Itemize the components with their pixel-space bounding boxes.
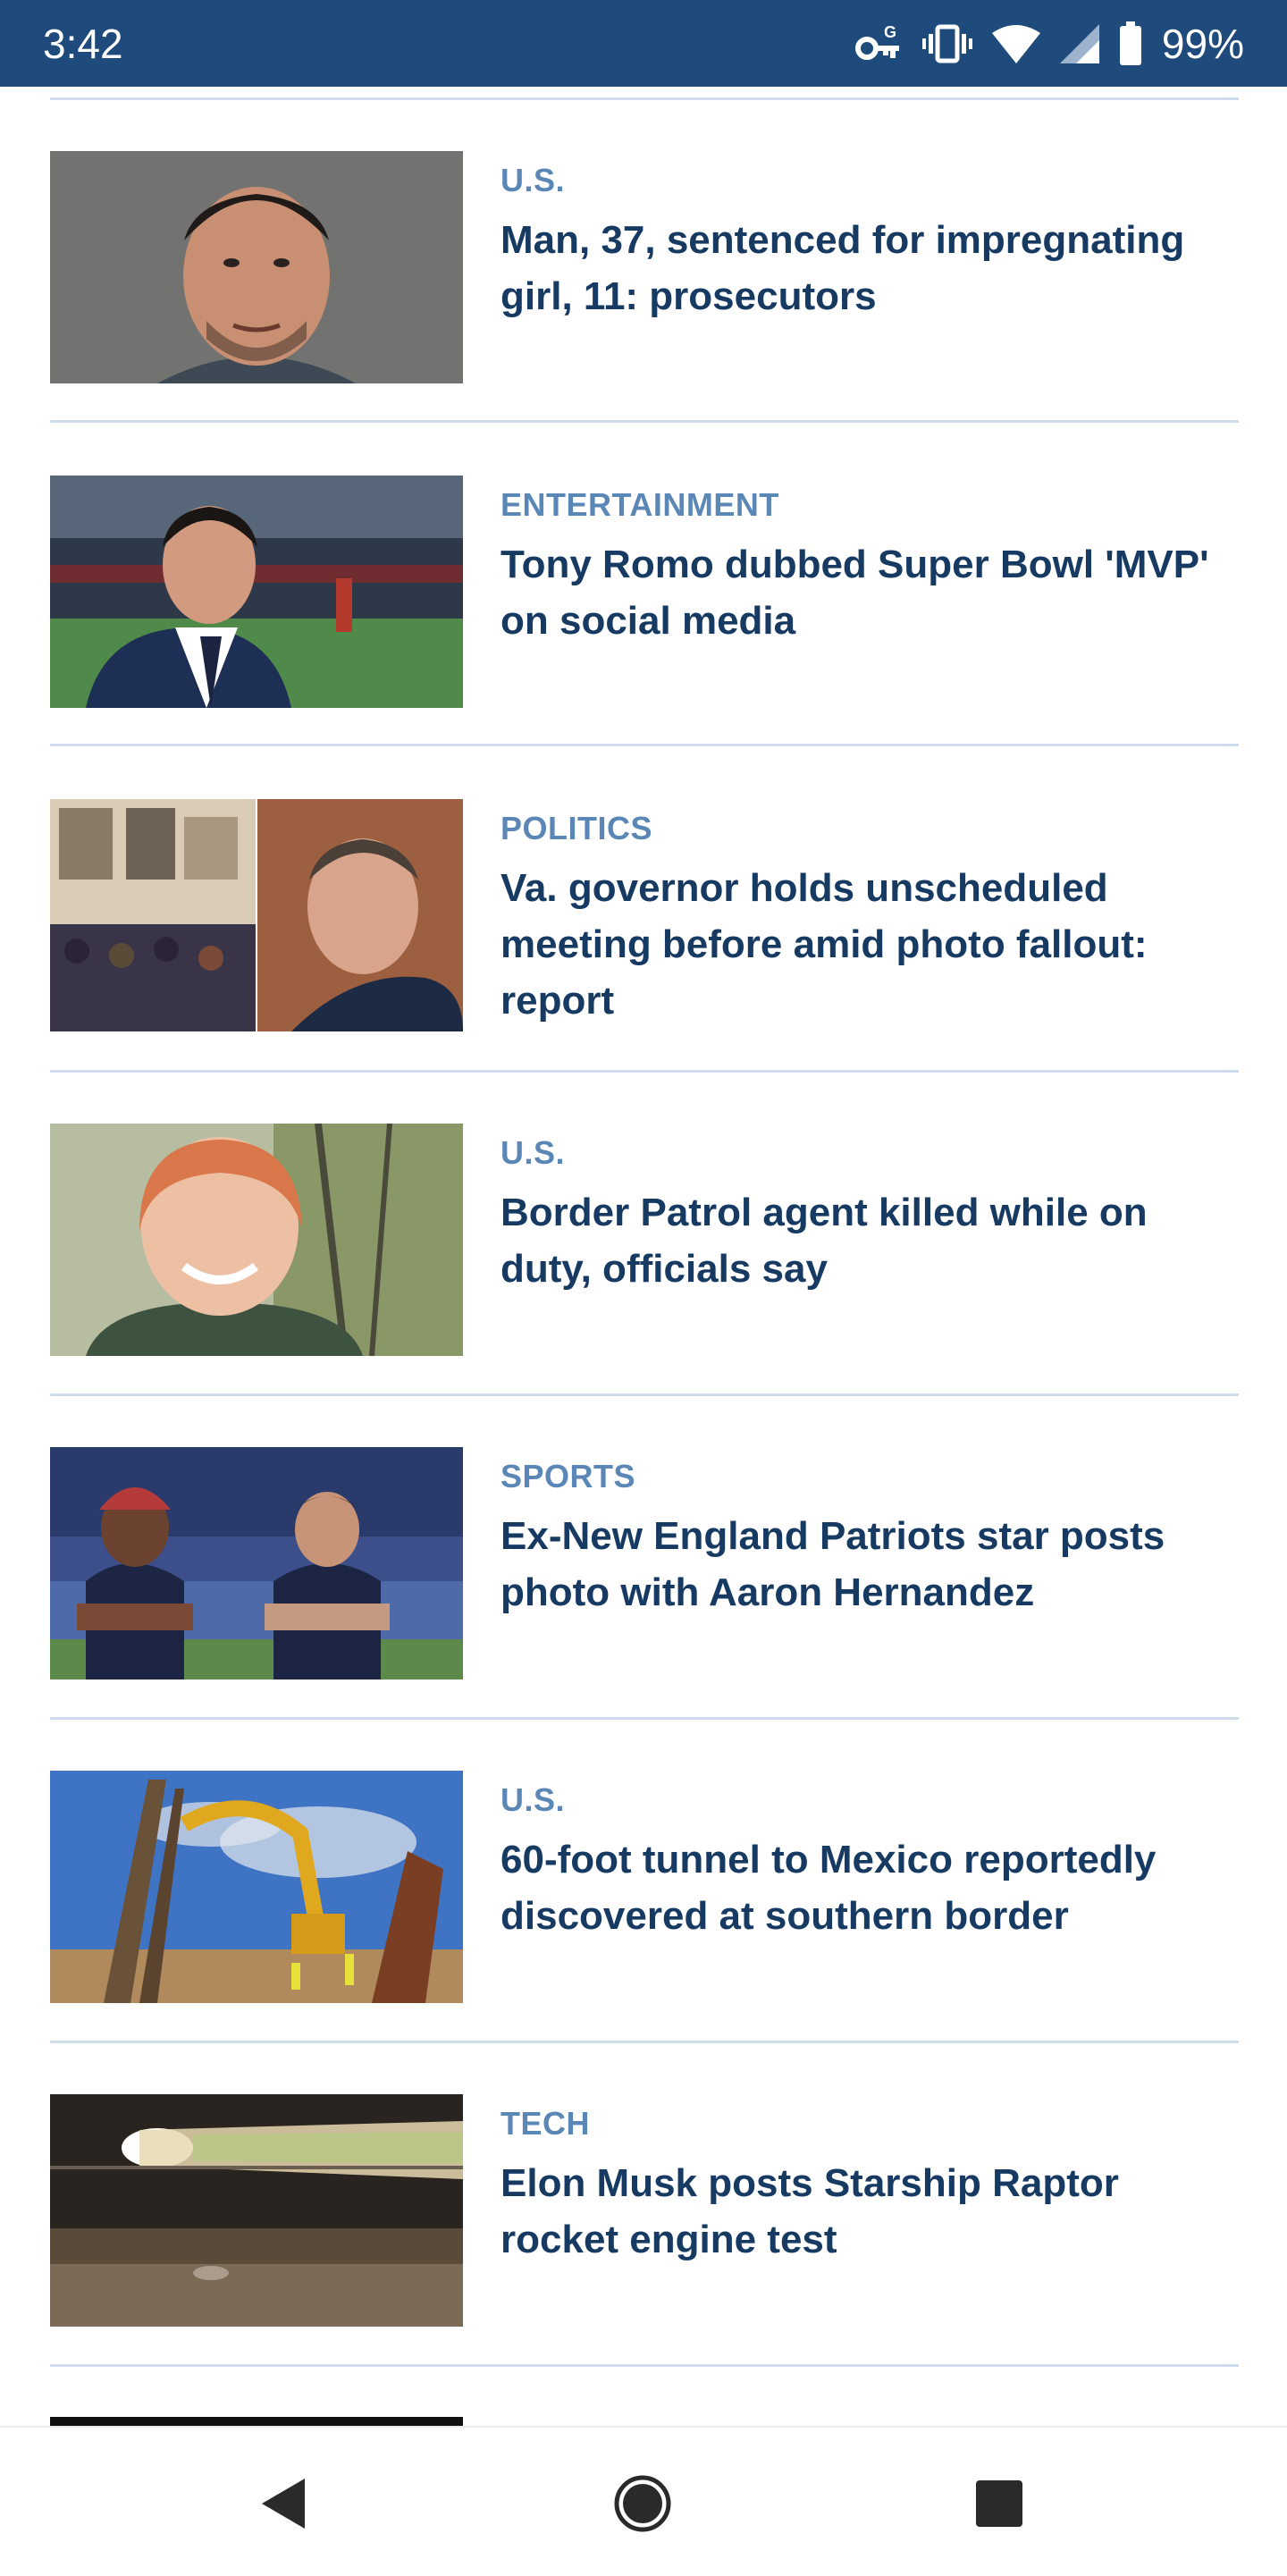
vibrate-icon bbox=[921, 17, 972, 71]
article-category: TECH bbox=[500, 2105, 590, 2142]
recents-icon[interactable] bbox=[968, 2472, 1030, 2535]
divider bbox=[50, 97, 1239, 100]
article-item[interactable]: POLITICS Va. governor holds unscheduled … bbox=[0, 799, 1287, 1031]
battery-icon bbox=[1119, 17, 1142, 71]
article-item[interactable]: TECH Elon Musk posts Starship Raptor roc… bbox=[0, 2094, 1287, 2327]
article-thumbnail[interactable] bbox=[50, 1447, 463, 1679]
article-category: U.S. bbox=[500, 1781, 566, 1818]
signal-icon bbox=[1059, 17, 1099, 71]
article-thumbnail-partial[interactable] bbox=[50, 2417, 463, 2426]
article-thumbnail[interactable] bbox=[50, 476, 463, 708]
clock: 3:42 bbox=[43, 20, 123, 67]
vpn-key-icon: G bbox=[854, 17, 903, 71]
article-thumbnail[interactable] bbox=[50, 2094, 463, 2327]
article-category: POLITICS bbox=[500, 810, 653, 846]
article-item[interactable]: U.S. 60-foot tunnel to Mexico reportedly… bbox=[0, 1771, 1287, 2003]
divider bbox=[50, 420, 1239, 423]
article-item[interactable]: SPORTS Ex-New England Patriots star post… bbox=[0, 1447, 1287, 1679]
article-item[interactable]: ENTERTAINMENT Tony Romo dubbed Super Bow… bbox=[0, 476, 1287, 708]
article-thumbnail[interactable] bbox=[50, 1771, 463, 2003]
article-thumbnail[interactable] bbox=[50, 1124, 463, 1356]
article-headline[interactable]: Elon Musk posts Starship Raptor rocket e… bbox=[500, 2155, 1242, 2268]
article-headline[interactable]: Border Patrol agent killed while on duty… bbox=[500, 1184, 1242, 1297]
back-icon[interactable] bbox=[252, 2472, 315, 2535]
home-icon[interactable] bbox=[611, 2472, 674, 2535]
divider bbox=[50, 1070, 1239, 1073]
divider bbox=[50, 1717, 1239, 1720]
article-thumbnail[interactable] bbox=[50, 799, 463, 1031]
article-category: U.S. bbox=[500, 1134, 566, 1171]
article-thumbnail[interactable] bbox=[50, 151, 463, 383]
article-item[interactable]: U.S. Man, 37, sentenced for impregnating… bbox=[0, 151, 1287, 383]
divider bbox=[50, 1393, 1239, 1396]
navigation-bar bbox=[0, 2426, 1287, 2576]
article-category: ENTERTAINMENT bbox=[500, 486, 779, 523]
article-headline[interactable]: Va. governor holds unscheduled meeting b… bbox=[500, 860, 1242, 1029]
article-headline[interactable]: Tony Romo dubbed Super Bowl 'MVP' on soc… bbox=[500, 536, 1242, 649]
article-headline[interactable]: Man, 37, sentenced for impregnating girl… bbox=[500, 212, 1242, 324]
status-icons: G 99% bbox=[854, 17, 1244, 71]
article-item[interactable]: U.S. Border Patrol agent killed while on… bbox=[0, 1124, 1287, 1356]
divider bbox=[50, 744, 1239, 746]
status-bar: 3:42 G 99% bbox=[0, 0, 1287, 87]
article-category: U.S. bbox=[500, 162, 566, 198]
divider bbox=[50, 2364, 1239, 2367]
article-headline[interactable]: 60-foot tunnel to Mexico reportedly disc… bbox=[500, 1831, 1242, 1944]
divider bbox=[50, 2041, 1239, 2043]
wifi-icon bbox=[991, 17, 1040, 71]
article-headline[interactable]: Ex-New England Patriots star posts photo… bbox=[500, 1508, 1242, 1621]
battery-percent: 99% bbox=[1161, 20, 1244, 67]
article-category: SPORTS bbox=[500, 1458, 636, 1494]
svg-text:G: G bbox=[884, 23, 896, 41]
